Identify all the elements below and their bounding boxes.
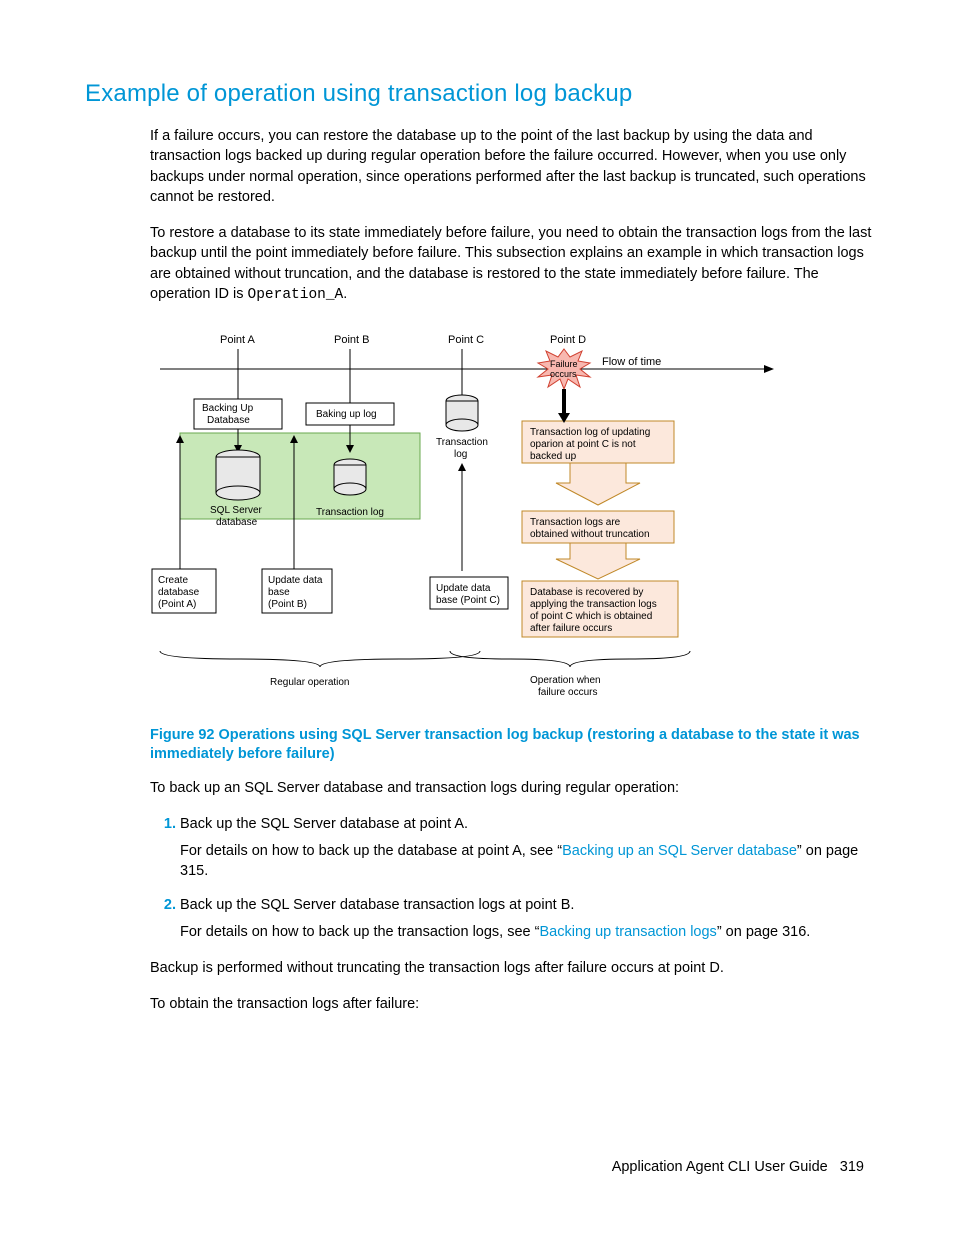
label-point-b: Point B xyxy=(334,334,369,346)
label-cbox3c: of point C which is obtained xyxy=(530,611,652,622)
link-backup-sql-db[interactable]: Backing up an SQL Server database xyxy=(562,843,797,859)
label-update-c-1: Update data xyxy=(436,583,491,594)
label-translog-c-1: Transaction xyxy=(436,437,488,448)
label-cbox1a: Transaction log of updating xyxy=(530,427,650,438)
label-update-c-2: base (Point C) xyxy=(436,595,500,606)
label-flow-of-time: Flow of time xyxy=(602,356,661,368)
label-create-db-3: (Point A) xyxy=(158,599,196,610)
label-baking-log: Baking up log xyxy=(316,409,377,420)
label-cbox3d: after failure occurs xyxy=(530,623,612,634)
label-failure-line2: occurs xyxy=(550,369,577,379)
step-1-text: Back up the SQL Server database at point… xyxy=(180,816,468,832)
step-2-detail-b: ” on page 316. xyxy=(717,924,811,940)
para2-text-c: . xyxy=(343,286,347,302)
label-cbox1b: oparion at point C is not xyxy=(530,439,636,450)
label-backup-db: Backing Up xyxy=(202,403,254,414)
step-2-detail-a: For details on how to back up the transa… xyxy=(180,924,539,940)
step-2: Back up the SQL Server database transact… xyxy=(180,895,879,942)
label-point-c: Point C xyxy=(448,334,484,346)
paragraph-intro-2: To restore a database to its state immed… xyxy=(150,223,879,305)
label-brace2b: failure occurs xyxy=(538,687,597,698)
label-translog-c-2: log xyxy=(454,449,467,460)
figure-caption: Figure 92 Operations using SQL Server tr… xyxy=(150,726,879,764)
label-create-db-2: database xyxy=(158,587,200,598)
label-translog-1: Transaction log xyxy=(316,507,384,518)
down-arrow-1-icon xyxy=(556,463,640,505)
label-backup-db2: Database xyxy=(207,415,250,426)
link-backup-trans-logs[interactable]: Backing up transaction logs xyxy=(539,924,716,940)
label-update-b-1: Update data xyxy=(268,575,323,586)
label-cbox3a: Database is recovered by xyxy=(530,587,643,598)
label-point-d: Point D xyxy=(550,334,586,346)
label-cbox3b: applying the transaction logs xyxy=(530,599,657,610)
paragraph-intro-1: If a failure occurs, you can restore the… xyxy=(150,126,879,207)
operation-id: Operation_A xyxy=(248,287,344,303)
section-title: Example of operation using transaction l… xyxy=(85,80,879,108)
label-sql-db-1: SQL Server xyxy=(210,505,263,516)
label-sql-db-2: database xyxy=(216,517,258,528)
step-1-detail-a: For details on how to back up the databa… xyxy=(180,843,562,859)
step-2-text: Back up the SQL Server database transact… xyxy=(180,897,574,913)
page-footer: Application Agent CLI User Guide 319 xyxy=(612,1159,864,1175)
label-cbox2a: Transaction logs are xyxy=(530,517,621,528)
label-update-b-3: (Point B) xyxy=(268,599,307,610)
label-point-a: Point A xyxy=(220,334,256,346)
label-cbox1c: backed up xyxy=(530,451,577,462)
brace-left-icon xyxy=(160,651,480,667)
down-arrow-2-icon xyxy=(556,543,640,579)
figure-diagram: Point A Point B Point C Point D Flow of … xyxy=(150,321,879,716)
label-brace2a: Operation when xyxy=(530,675,601,686)
footer-page-number: 319 xyxy=(840,1159,864,1175)
paragraph-after-steps-2: To obtain the transaction logs after fai… xyxy=(150,994,879,1014)
paragraph-after-steps-1: Backup is performed without truncating t… xyxy=(150,958,879,978)
paragraph-backup-intro: To back up an SQL Server database and tr… xyxy=(150,778,879,798)
footer-guide-title: Application Agent CLI User Guide xyxy=(612,1159,828,1175)
label-create-db-1: Create xyxy=(158,575,188,586)
label-cbox2b: obtained without truncation xyxy=(530,529,650,540)
label-failure-line1: Failure xyxy=(550,359,578,369)
steps-list: Back up the SQL Server database at point… xyxy=(150,814,879,941)
label-update-b-2: base xyxy=(268,587,290,598)
brace-right-icon xyxy=(450,651,690,667)
label-brace1: Regular operation xyxy=(270,677,350,688)
step-1: Back up the SQL Server database at point… xyxy=(180,814,879,881)
